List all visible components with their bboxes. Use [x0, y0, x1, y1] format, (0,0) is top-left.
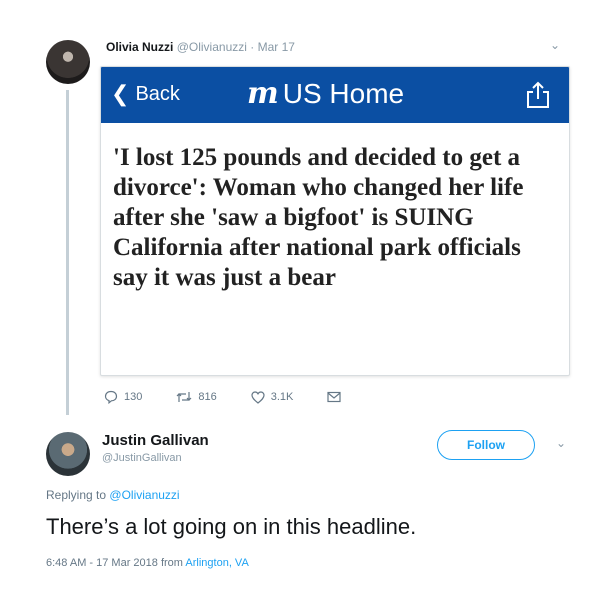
avatar[interactable]	[46, 40, 90, 84]
reply-action[interactable]: 130	[104, 390, 142, 404]
like-count: 3.1K	[270, 391, 294, 403]
tweet-timestamp-line: 6:48 AM - 17 Mar 2018 from Arlington, VA	[46, 557, 249, 569]
display-name[interactable]: Justin Gallivan	[102, 432, 209, 449]
retweet-icon	[176, 392, 192, 402]
replying-to: Replying to @Olivianuzzi	[46, 488, 180, 502]
display-name[interactable]: Olivia Nuzzi	[106, 40, 173, 54]
chevron-left-icon: ❮	[111, 81, 130, 106]
thread-connector-line	[66, 90, 69, 415]
retweet-action[interactable]: 816	[176, 390, 217, 404]
replying-to-prefix: Replying to	[46, 488, 107, 502]
reply-count: 130	[124, 391, 143, 403]
chevron-down-icon[interactable]: ⌄	[556, 436, 566, 450]
separator: ·	[250, 40, 255, 54]
timestamp[interactable]: 6:48 AM - 17 Mar 2018 from	[46, 557, 183, 569]
envelope-icon	[327, 391, 341, 403]
avatar[interactable]	[46, 432, 90, 476]
site-logo: m US Home	[247, 79, 404, 109]
handle[interactable]: @JustinGallivan	[102, 452, 182, 464]
like-action[interactable]: 3.1K	[251, 390, 294, 404]
back-button[interactable]: ❮ Back	[111, 81, 180, 106]
tweet-date[interactable]: Mar 17	[258, 40, 295, 54]
heart-icon	[251, 390, 265, 404]
home-label: US Home	[282, 78, 405, 109]
reply-icon	[104, 390, 118, 404]
tweet-header: Olivia Nuzzi @Olivianuzzi · Mar 17	[106, 40, 295, 54]
back-label: Back	[135, 83, 180, 105]
tweet-text: There’s a lot going on in this headline.	[46, 514, 417, 539]
message-action[interactable]	[327, 391, 347, 403]
retweet-count: 816	[198, 391, 217, 403]
app-navbar: ❮ Back m US Home	[101, 67, 569, 123]
chevron-down-icon[interactable]: ⌄	[550, 38, 560, 52]
replying-to-link[interactable]: @Olivianuzzi	[109, 488, 179, 502]
location-link[interactable]: Arlington, VA	[185, 557, 248, 569]
handle[interactable]: @Olivianuzzi	[177, 40, 247, 54]
embedded-screenshot[interactable]: ❮ Back m US Home 'I lost 125 pounds and …	[100, 66, 570, 376]
follow-button[interactable]: Follow	[437, 430, 535, 460]
share-icon[interactable]	[525, 81, 551, 109]
tweet-actions: 130 816 3.1K	[104, 390, 381, 404]
article-headline: 'I lost 125 pounds and decided to get a …	[113, 144, 524, 291]
logo-mark: m	[247, 76, 279, 111]
